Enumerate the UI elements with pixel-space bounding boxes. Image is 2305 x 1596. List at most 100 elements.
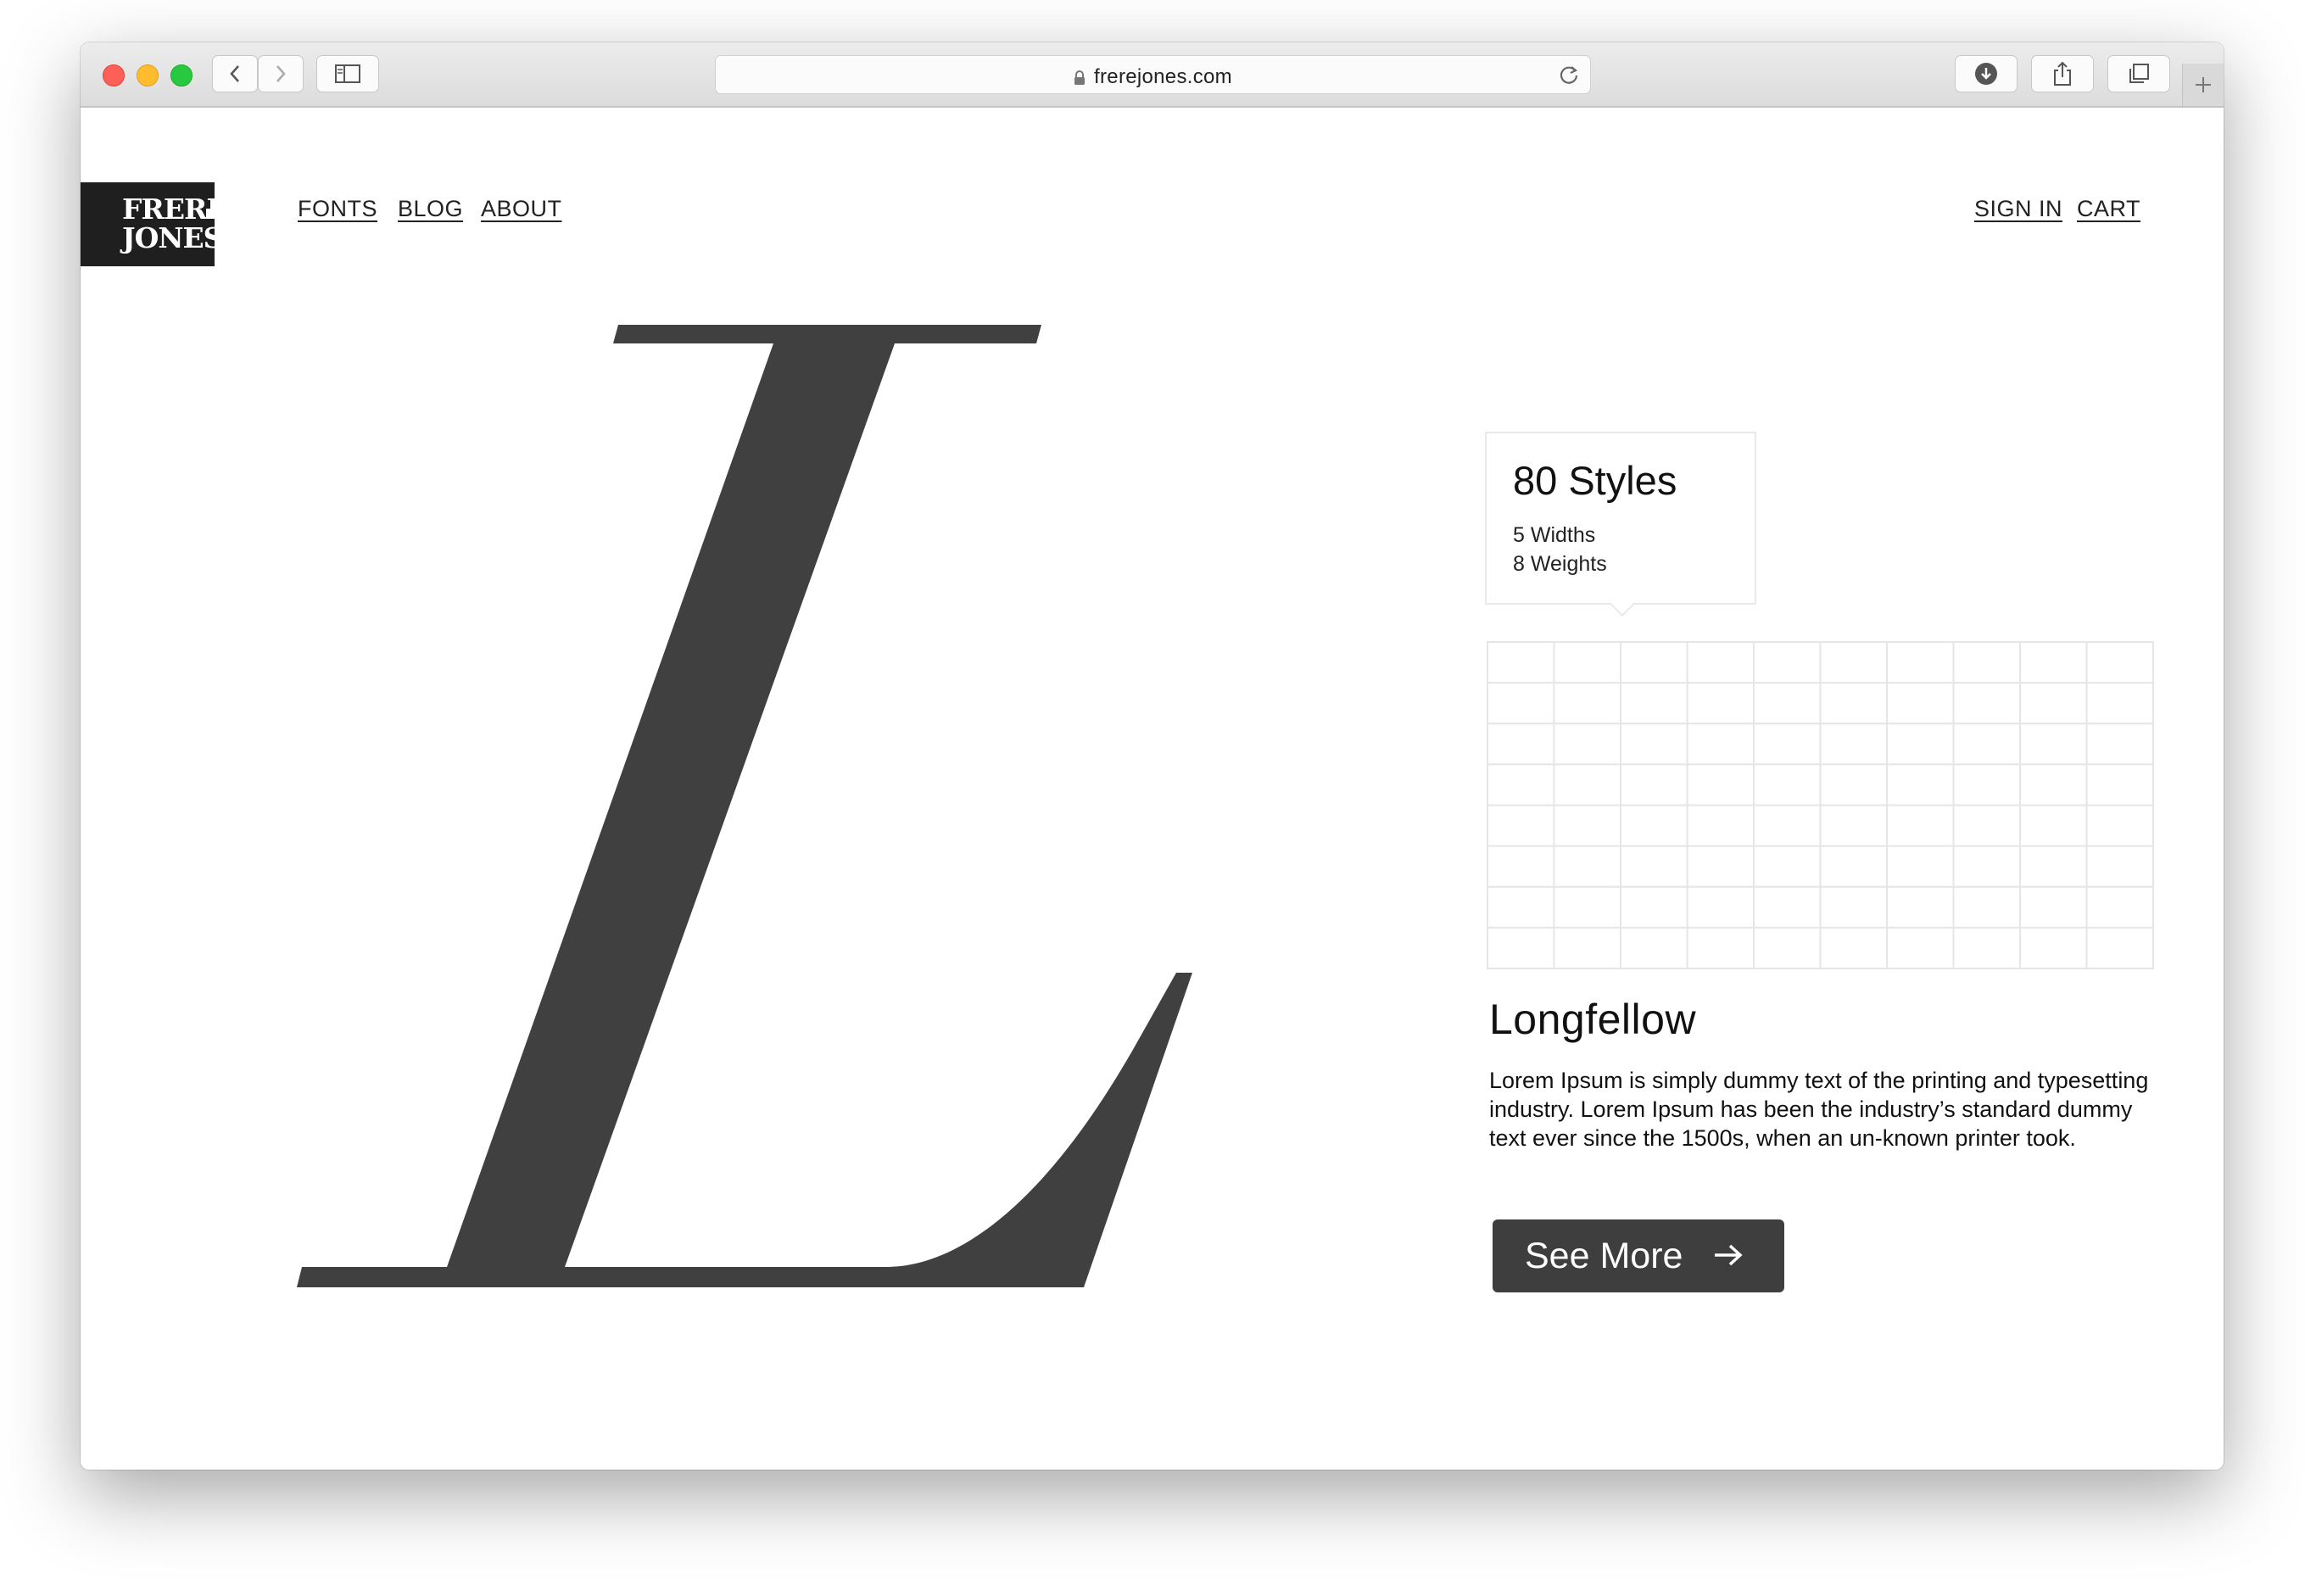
style-grid-cell[interactable] [1952, 845, 2021, 888]
forward-button[interactable] [258, 55, 304, 92]
minimize-window-button[interactable] [137, 64, 159, 86]
style-grid-cell[interactable] [1952, 682, 2021, 725]
chevron-left-icon [230, 65, 239, 82]
style-grid-cell[interactable] [1686, 641, 1755, 684]
style-grid-cell[interactable] [2019, 804, 2088, 847]
style-grid-cell[interactable] [1753, 845, 1822, 888]
style-grid-cell[interactable] [2085, 763, 2154, 806]
style-grid-cell[interactable] [1686, 804, 1755, 847]
tabs-overview-button[interactable] [2107, 55, 2170, 92]
style-grid-cell[interactable] [1553, 885, 1621, 929]
style-grid-cell[interactable] [1620, 845, 1688, 888]
style-grid-cell[interactable] [1753, 641, 1822, 684]
style-grid-cell[interactable] [1819, 763, 1888, 806]
style-grid-cell[interactable] [2085, 926, 2154, 969]
style-grid-cell[interactable] [1686, 845, 1755, 888]
style-grid-cell[interactable] [1753, 926, 1822, 969]
style-grid-cell[interactable] [1819, 641, 1888, 684]
reload-icon[interactable] [1558, 64, 1580, 86]
tabs-icon [2129, 64, 2149, 83]
style-grid-cell[interactable] [1620, 885, 1688, 929]
nav-signin-link[interactable]: SIGN IN [1974, 196, 2062, 222]
style-grid-cell[interactable] [1620, 723, 1688, 766]
style-grid-cell[interactable] [1686, 682, 1755, 725]
style-grid-cell[interactable] [2019, 723, 2088, 766]
style-grid-cell[interactable] [2085, 804, 2154, 847]
style-grid-cell[interactable] [1819, 926, 1888, 969]
style-grid-cell[interactable] [1487, 804, 1555, 847]
style-grid-cell[interactable] [2085, 723, 2154, 766]
style-grid-cell[interactable] [1686, 926, 1755, 969]
style-grid-cell[interactable] [1886, 926, 1955, 969]
style-grid-cell[interactable] [1952, 804, 2021, 847]
style-grid-cell[interactable] [1553, 641, 1621, 684]
style-grid-cell[interactable] [1819, 804, 1888, 847]
style-grid-cell[interactable] [2019, 885, 2088, 929]
style-grid-cell[interactable] [1952, 763, 2021, 806]
style-grid-cell[interactable] [1753, 723, 1822, 766]
style-grid-cell[interactable] [1819, 885, 1888, 929]
style-grid-cell[interactable] [1886, 682, 1955, 725]
style-grid-cell[interactable] [1487, 641, 1555, 684]
style-grid[interactable] [1487, 641, 2154, 969]
style-grid-cell[interactable] [2085, 682, 2154, 725]
style-grid-cell[interactable] [1553, 723, 1621, 766]
style-grid-cell[interactable] [1487, 723, 1555, 766]
zoom-window-button[interactable] [170, 64, 193, 86]
plus-icon [2196, 77, 2211, 92]
style-grid-cell[interactable] [2085, 885, 2154, 929]
style-grid-cell[interactable] [1487, 845, 1555, 888]
style-grid-cell[interactable] [1686, 763, 1755, 806]
style-grid-cell[interactable] [2019, 845, 2088, 888]
style-grid-cell[interactable] [1686, 885, 1755, 929]
style-grid-cell[interactable] [1487, 763, 1555, 806]
back-button[interactable] [212, 55, 258, 92]
style-grid-cell[interactable] [1753, 804, 1822, 847]
style-grid-cell[interactable] [1952, 641, 2021, 684]
style-grid-cell[interactable] [1753, 885, 1822, 929]
style-grid-cell[interactable] [1620, 763, 1688, 806]
style-grid-cell[interactable] [1620, 641, 1688, 684]
style-grid-cell[interactable] [1487, 926, 1555, 969]
style-grid-cell[interactable] [1886, 885, 1955, 929]
style-grid-cell[interactable] [1886, 723, 1955, 766]
style-grid-cell[interactable] [1553, 926, 1621, 969]
style-grid-cell[interactable] [1952, 723, 2021, 766]
style-grid-cell[interactable] [1753, 763, 1822, 806]
style-grid-cell[interactable] [2019, 926, 2088, 969]
style-grid-cell[interactable] [1620, 804, 1688, 847]
styles-card: 80 Styles 5 Widths 8 Weights [1485, 432, 1756, 617]
address-bar[interactable]: frerejones.com [715, 55, 1591, 94]
style-grid-cell[interactable] [1686, 723, 1755, 766]
style-grid-cell[interactable] [1487, 682, 1555, 725]
style-grid-cell[interactable] [1819, 845, 1888, 888]
style-grid-cell[interactable] [1952, 885, 2021, 929]
style-grid-cell[interactable] [1487, 885, 1555, 929]
style-grid-cell[interactable] [1620, 926, 1688, 969]
style-grid-cell[interactable] [1553, 804, 1621, 847]
style-grid-cell[interactable] [2019, 763, 2088, 806]
style-grid-cell[interactable] [1753, 682, 1822, 725]
style-grid-cell[interactable] [2019, 641, 2088, 684]
style-grid-cell[interactable] [1952, 926, 2021, 969]
style-grid-cell[interactable] [2085, 845, 2154, 888]
style-grid-cell[interactable] [1819, 723, 1888, 766]
close-window-button[interactable] [103, 64, 125, 86]
nav-cart-link[interactable]: CART [2077, 196, 2140, 222]
new-tab-button[interactable] [2182, 64, 2224, 106]
style-grid-cell[interactable] [1553, 845, 1621, 888]
share-button[interactable] [2031, 55, 2094, 92]
downloads-button[interactable] [1955, 55, 2018, 92]
style-grid-cell[interactable] [2019, 682, 2088, 725]
style-grid-cell[interactable] [1553, 763, 1621, 806]
style-grid-cell[interactable] [1553, 682, 1621, 725]
style-grid-cell[interactable] [1620, 682, 1688, 725]
style-grid-cell[interactable] [1886, 845, 1955, 888]
style-grid-cell[interactable] [1886, 641, 1955, 684]
sidebar-toggle-button[interactable] [316, 55, 379, 92]
style-grid-cell[interactable] [2085, 641, 2154, 684]
see-more-button[interactable]: See More [1493, 1219, 1784, 1292]
style-grid-cell[interactable] [1886, 763, 1955, 806]
style-grid-cell[interactable] [1886, 804, 1955, 847]
style-grid-cell[interactable] [1819, 682, 1888, 725]
